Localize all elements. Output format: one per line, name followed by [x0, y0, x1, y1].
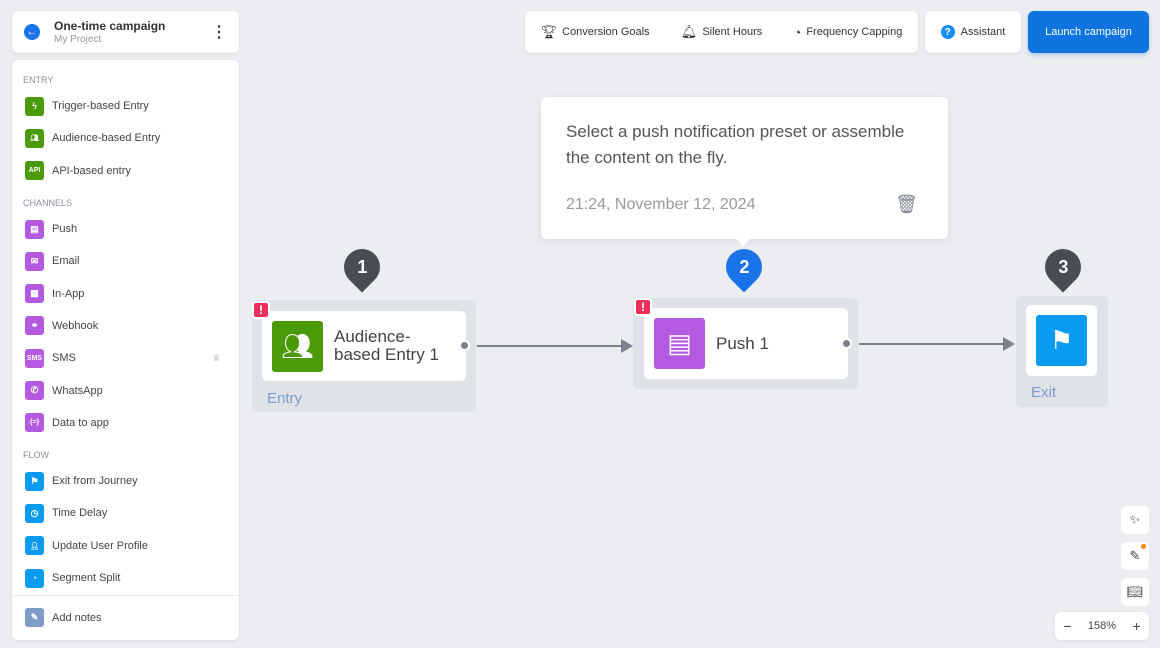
node-title: Push 1 [716, 333, 769, 353]
assistant-label: Assistant [960, 26, 1006, 38]
split-icon: ◔ [25, 568, 44, 588]
book-icon[interactable]: 📖︎ [1121, 578, 1149, 606]
node-push[interactable]: ▤ Push 1 [644, 308, 848, 379]
step-marker-1: 1 [336, 241, 388, 293]
sidebar: ENTRY ϟ Trigger-based Entry 👥︎ Audience-base… [12, 60, 239, 640]
frequency-capping-label: Frequency Capping [806, 26, 903, 38]
zoom-out-button[interactable]: − [1063, 618, 1071, 634]
help-icon: ? [940, 25, 955, 39]
add-notes-button[interactable]: ✎ Add notes [12, 595, 239, 640]
sidebar-item-update-user-profile[interactable]: 👤︎ Update User Profile [12, 530, 239, 562]
frequency-capping-button[interactable]: ◔ Frequency Capping [793, 25, 902, 40]
magic-wand-icon[interactable]: ✨︎ [1121, 506, 1149, 534]
node-title: Audience-based Entry 1 [334, 327, 439, 364]
sidebar-item-whatsapp[interactable]: ✆ WhatsApp [12, 374, 239, 406]
settings-toolbar: 🏆︎ Conversion Goals 🔔︎ Silent Hours ◔ Frequ… [525, 11, 918, 53]
api-icon: API [25, 161, 44, 181]
users-icon: 👥︎ [272, 320, 323, 372]
clock-icon: ◷ [25, 503, 44, 523]
output-port[interactable] [841, 338, 852, 349]
whatsapp-icon: ✆ [25, 381, 44, 401]
sidebar-item-data-to-app[interactable]: {=} Data to app [12, 407, 239, 439]
sidebar-item-time-delay[interactable]: ◷ Time Delay [12, 497, 239, 529]
project-name: My Project [54, 34, 102, 45]
sidebar-item-in-app[interactable]: ▦ In-App [12, 277, 239, 309]
node-exit[interactable]: ⚑ [1026, 305, 1097, 376]
sidebar-item-label: API-based entry [52, 164, 131, 177]
flag-icon: ⚑ [25, 471, 44, 491]
sidebar-item-label: Webhook [52, 319, 99, 332]
profile-icon: 👤︎ [25, 536, 44, 556]
launch-campaign-button[interactable]: Launch campaign [1028, 11, 1149, 53]
connector-arrow [859, 337, 1015, 351]
notes-icon: ✎ [25, 608, 44, 628]
campaign-header: ← One-time campaign My Project ⋮ [12, 11, 239, 53]
sidebar-item-label: Time Delay [52, 507, 108, 520]
bell-sleep-icon: 🔔︎ [680, 24, 698, 39]
back-icon[interactable]: ← [24, 24, 40, 40]
notes-edit-icon[interactable]: ✎ [1121, 542, 1149, 570]
trash-icon[interactable]: 🗑︎ [895, 194, 918, 215]
inapp-icon: ▦ [25, 284, 44, 304]
email-icon: ✉ [25, 251, 44, 271]
flag-icon: ⚑ [1036, 315, 1087, 366]
trophy-icon: 🏆︎ [540, 24, 558, 39]
error-badge-icon: ! [634, 298, 652, 316]
sidebar-item-label: WhatsApp [52, 384, 103, 397]
campaign-title: One-time campaign [54, 19, 166, 33]
tooltip-message: Select a push notification preset or ass… [566, 122, 905, 167]
sidebar-item-label: Push [52, 223, 78, 236]
zoom-level: 158% [1087, 620, 1117, 632]
conversion-goals-label: Conversion Goals [562, 26, 650, 38]
sidebar-item-audience-based-entry[interactable]: 👥︎ Audience-based Entry [12, 122, 239, 154]
node-audience-entry[interactable]: 👥︎ Audience-based Entry 1 [262, 311, 466, 381]
sidebar-item-exit-from-journey[interactable]: ⚑ Exit from Journey [12, 465, 239, 497]
sms-icon: SMS [25, 348, 44, 368]
section-heading: ENTRY [23, 75, 54, 85]
sidebar-item-label: SMS [52, 352, 76, 365]
bolt-icon: ϟ [25, 96, 44, 116]
silent-hours-button[interactable]: 🔔︎ Silent Hours [681, 24, 762, 40]
sidebar-item-label: Segment Split [52, 572, 121, 584]
sidebar-item-label: Data to app [52, 416, 109, 429]
sidebar-item-label: Email [52, 255, 80, 268]
push-icon: ▤ [25, 219, 44, 239]
conversion-goals-button[interactable]: 🏆︎ Conversion Goals [541, 24, 650, 40]
step-marker-3: 3 [1037, 241, 1089, 293]
zoom-in-button[interactable]: + [1133, 618, 1141, 634]
output-port[interactable] [459, 340, 470, 351]
sidebar-item-label: Exit from Journey [52, 475, 138, 488]
push-message-icon: ▤ [654, 318, 705, 369]
sidebar-item-label: Update User Profile [52, 539, 148, 552]
sidebar-item-webhook[interactable]: ⚭ Webhook [12, 310, 239, 342]
gauge-icon: ◔ [793, 24, 802, 40]
step-marker-2: 2 [718, 241, 770, 293]
sidebar-item-push[interactable]: ▤ Push [12, 213, 239, 245]
more-menu-icon[interactable]: ⋮ [211, 22, 227, 42]
connector-arrow [477, 339, 633, 353]
webhook-icon: ⚭ [25, 316, 44, 336]
add-notes-label: Add notes [52, 611, 102, 624]
crown-icon: ♛ [212, 352, 221, 364]
section-heading: FLOW [23, 449, 49, 460]
sidebar-item-label: Audience-based Entry [52, 132, 161, 145]
node-tooltip: Select a push notification preset or ass… [541, 97, 948, 246]
group-label-entry: Entry [267, 390, 303, 407]
sidebar-item-trigger-based-entry[interactable]: ϟ Trigger-based Entry [12, 90, 239, 122]
data-icon: {=} [25, 413, 44, 433]
zoom-control: − 158% + [1055, 612, 1149, 640]
sidebar-item-label: In-App [52, 287, 85, 300]
users-icon: 👥︎ [25, 128, 44, 148]
section-heading: CHANNELS [23, 197, 73, 208]
sidebar-item-label: Trigger-based Entry [52, 100, 149, 113]
sidebar-item-segment-split[interactable]: ◔ Segment Split [12, 562, 239, 594]
sidebar-item-api-based-entry[interactable]: API API-based entry [12, 155, 239, 187]
assistant-button[interactable]: ? Assistant [925, 11, 1021, 53]
silent-hours-label: Silent Hours [702, 26, 763, 38]
group-label-exit: Exit [1031, 384, 1057, 401]
tooltip-date: 21:24, November 12, 2024 [566, 196, 756, 213]
sidebar-item-sms[interactable]: SMS SMS ♛ [12, 342, 239, 374]
error-badge-icon: ! [252, 301, 270, 319]
sidebar-item-email[interactable]: ✉ Email [12, 245, 239, 277]
